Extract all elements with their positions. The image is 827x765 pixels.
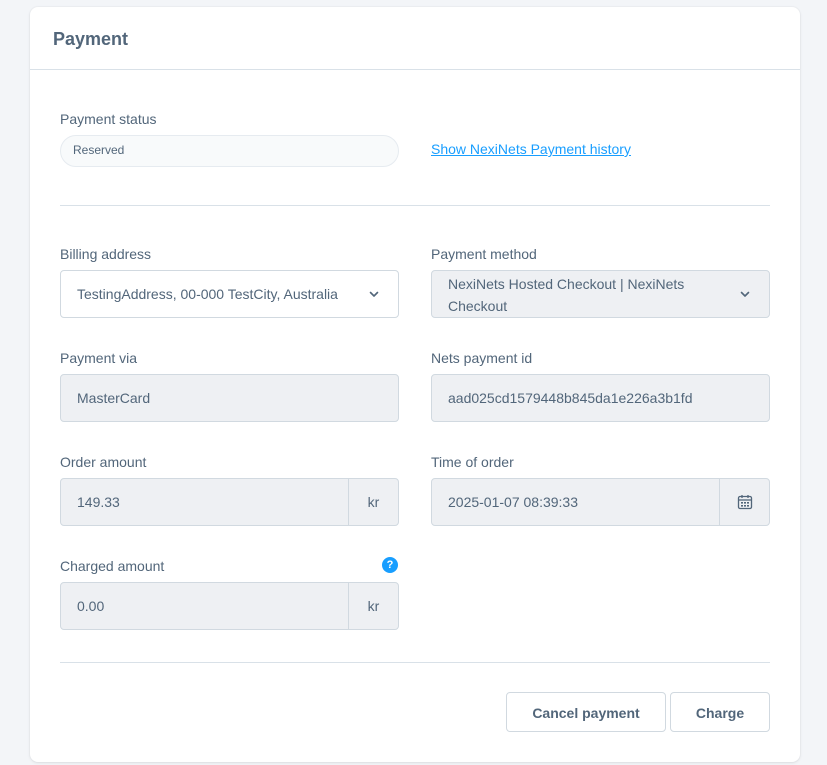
- payment-method-label: Payment method: [431, 246, 537, 262]
- payment-status-badge: Reserved: [60, 135, 399, 167]
- time-of-order-field[interactable]: 2025-01-07 08:39:33: [431, 478, 770, 526]
- payment-method-select[interactable]: NexiNets Hosted Checkout | NexiNets Chec…: [431, 270, 770, 318]
- nets-payment-id-label: Nets payment id: [431, 350, 533, 366]
- chevron-down-icon: [369, 291, 379, 297]
- billing-address-value: TestingAddress, 00-000 TestCity, Austral…: [77, 286, 338, 302]
- divider-top: [60, 205, 770, 206]
- charged-amount-field[interactable]: 0.00 kr: [60, 582, 399, 630]
- calendar-icon: [737, 495, 752, 510]
- order-amount-label: Order amount: [60, 454, 147, 470]
- card-header: Payment: [30, 7, 800, 70]
- payment-via-value: MasterCard: [77, 390, 151, 406]
- charged-amount-label: Charged amount: [60, 558, 165, 574]
- payment-status-label: Payment status: [60, 111, 157, 127]
- payment-history-link[interactable]: Show NexiNets Payment history: [431, 141, 631, 157]
- billing-address-label: Billing address: [60, 246, 152, 262]
- order-amount-field[interactable]: 149.33 kr: [60, 478, 399, 526]
- divider-bottom: [60, 662, 770, 663]
- payment-via-field[interactable]: MasterCard: [60, 374, 399, 422]
- payment-via-label: Payment via: [60, 350, 138, 366]
- time-of-order-value: 2025-01-07 08:39:33: [448, 494, 578, 510]
- charge-button[interactable]: Charge: [670, 692, 770, 732]
- charged-amount-value: 0.00: [77, 598, 105, 614]
- charged-amount-currency: kr: [348, 583, 398, 629]
- nets-payment-id-field[interactable]: aad025cd1579448b845da1e226a3b1fd: [431, 374, 770, 422]
- order-amount-currency: kr: [348, 479, 398, 525]
- card-title: Payment: [53, 29, 129, 49]
- billing-address-select[interactable]: TestingAddress, 00-000 TestCity, Austral…: [60, 270, 399, 318]
- calendar-button[interactable]: [719, 479, 769, 525]
- question-icon[interactable]: ?: [382, 557, 398, 573]
- order-amount-value: 149.33: [77, 494, 120, 510]
- time-of-order-label: Time of order: [431, 454, 514, 470]
- payment-method-value: NexiNets Hosted Checkout | NexiNets Chec…: [448, 276, 685, 314]
- payment-card: Payment Payment status Reserved Show Nex…: [30, 7, 800, 762]
- cancel-payment-button[interactable]: Cancel payment: [506, 692, 666, 732]
- chevron-down-icon: [740, 291, 750, 297]
- nets-payment-id-value: aad025cd1579448b845da1e226a3b1fd: [448, 390, 693, 406]
